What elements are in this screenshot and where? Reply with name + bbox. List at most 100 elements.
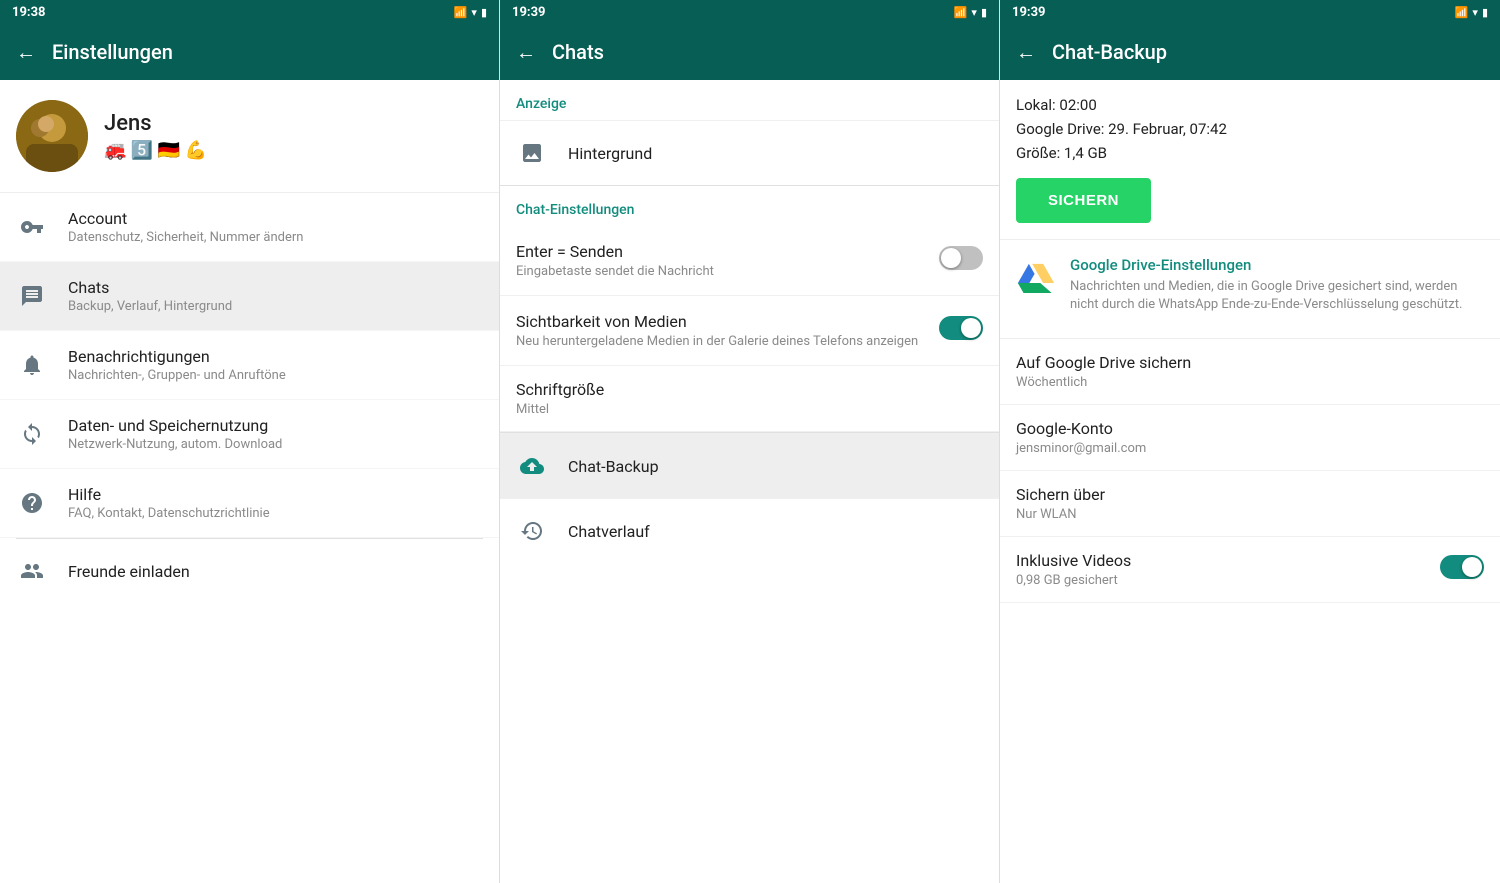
auf-google-drive-label: Auf Google Drive sichern	[1016, 353, 1484, 372]
settings-item-account[interactable]: Account Datenschutz, Sicherheit, Nummer …	[0, 193, 499, 262]
auf-google-drive-row[interactable]: Auf Google Drive sichern Wöchentlich	[1000, 339, 1500, 405]
profile-name: Jens	[104, 111, 207, 136]
settings-panel: 19:38 📶 ▾ ▮ ← Einstellungen	[0, 0, 500, 883]
chat-backup-label: Chat-Backup	[568, 457, 659, 476]
chatverlauf-label: Chatverlauf	[568, 522, 650, 541]
inklusive-videos-toggle[interactable]	[1440, 555, 1484, 579]
sichern-ueber-label: Sichern über	[1016, 485, 1484, 504]
bell-icon	[16, 349, 48, 381]
inklusive-videos-label: Inklusive Videos	[1016, 551, 1432, 570]
google-drive-text: Google Drive-Einstellungen Nachrichten u…	[1070, 256, 1484, 314]
inklusive-videos-knob	[1462, 557, 1482, 577]
status-bar-left: 19:38 📶 ▾ ▮	[0, 0, 499, 24]
status-icons-left: 📶 ▾ ▮	[454, 6, 487, 19]
sichtbarkeit-row: Sichtbarkeit von Medien Neu heruntergela…	[500, 296, 999, 366]
sichtbarkeit-text: Sichtbarkeit von Medien Neu heruntergela…	[516, 312, 923, 349]
chat-svg	[20, 284, 44, 308]
google-drive-svg	[1016, 258, 1056, 298]
invite-label: Freunde einladen	[68, 562, 190, 581]
bell-svg	[20, 353, 44, 377]
inklusive-videos-toggle-container[interactable]	[1440, 551, 1484, 579]
chats-label: Chats	[68, 278, 483, 297]
invite-item[interactable]: Freunde einladen	[0, 539, 499, 603]
backup-lokal: Lokal: 02:00	[1016, 96, 1484, 114]
data-label: Daten- und Speichernutzung	[68, 416, 483, 435]
people-icon	[16, 555, 48, 587]
wifi-icon-mid: ▾	[971, 6, 977, 19]
image-icon	[516, 137, 548, 169]
settings-item-chats[interactable]: Chats Backup, Verlauf, Hintergrund	[0, 262, 499, 331]
signal-icon-mid: 📶	[954, 6, 968, 19]
inklusive-videos-text: Inklusive Videos 0,98 GB gesichert	[1016, 551, 1432, 588]
status-bar-mid: 19:39 📶 ▾ ▮	[500, 0, 999, 24]
hintergrund-item[interactable]: Hintergrund	[500, 120, 999, 185]
chatverlauf-item[interactable]: Chatverlauf	[500, 498, 999, 563]
sichtbarkeit-knob	[961, 318, 981, 338]
google-konto-row[interactable]: Google-Konto jensminor@gmail.com	[1000, 405, 1500, 471]
cloud-upload-icon	[516, 450, 548, 482]
google-drive-header: Google Drive-Einstellungen Nachrichten u…	[1016, 256, 1484, 314]
history-svg	[520, 519, 544, 543]
backup-info-section: Lokal: 02:00 Google Drive: 29. Februar, …	[1000, 80, 1500, 240]
back-button-left[interactable]: ←	[16, 40, 36, 65]
battery-icon-right: ▮	[1482, 6, 1488, 19]
cloud-upload-svg	[520, 454, 544, 478]
chat-backup-item[interactable]: Chat-Backup	[500, 433, 999, 498]
help-icon	[16, 487, 48, 519]
avatar-svg	[16, 100, 88, 172]
sync-svg	[20, 422, 44, 446]
schriftgroesse-value: Mittel	[516, 402, 983, 417]
sichtbarkeit-toggle-container[interactable]	[939, 312, 983, 340]
account-text: Account Datenschutz, Sicherheit, Nummer …	[68, 209, 483, 245]
enter-senden-label: Enter = Senden	[516, 242, 923, 261]
sichern-ueber-row[interactable]: Sichern über Nur WLAN	[1000, 471, 1500, 537]
wifi-icon-right: ▾	[1472, 6, 1478, 19]
schriftgroesse-label: Schriftgröße	[516, 380, 983, 399]
inklusive-videos-row: Inklusive Videos 0,98 GB gesichert	[1000, 537, 1500, 603]
sichern-button[interactable]: SICHERN	[1016, 178, 1151, 223]
notifications-text: Benachrichtigungen Nachrichten-, Gruppen…	[68, 347, 483, 383]
chats-panel: 19:39 📶 ▾ ▮ ← Chats Anzeige Hintergrund …	[500, 0, 1000, 883]
backup-groesse: Größe: 1,4 GB	[1016, 144, 1484, 162]
account-sublabel: Datenschutz, Sicherheit, Nummer ändern	[68, 230, 483, 245]
settings-item-help[interactable]: Hilfe FAQ, Kontakt, Datenschutzrichtlini…	[0, 469, 499, 538]
inklusive-videos-value: 0,98 GB gesichert	[1016, 573, 1432, 588]
key-icon	[16, 211, 48, 243]
avatar-image	[16, 100, 88, 172]
sichtbarkeit-sub: Neu heruntergeladene Medien in der Galer…	[516, 334, 923, 349]
settings-header: ← Einstellungen	[0, 24, 499, 80]
signal-icon: 📶	[454, 6, 468, 19]
status-icons-right: 📶 ▾ ▮	[1455, 6, 1488, 19]
time-right: 19:39	[1012, 5, 1046, 20]
status-bar-right: 19:39 📶 ▾ ▮	[1000, 0, 1500, 24]
profile-emoji: 🚒 5️⃣ 🇩🇪 💪	[104, 140, 207, 161]
auf-google-drive-value: Wöchentlich	[1016, 375, 1484, 390]
key-svg	[20, 215, 44, 239]
time-left: 19:38	[12, 5, 46, 20]
chat-icon	[16, 280, 48, 312]
back-button-mid[interactable]: ←	[516, 40, 536, 65]
wifi-icon: ▾	[471, 6, 477, 19]
settings-item-notifications[interactable]: Benachrichtigungen Nachrichten-, Gruppen…	[0, 331, 499, 400]
enter-senden-sub: Eingabetaste sendet die Nachricht	[516, 264, 923, 279]
battery-icon-mid: ▮	[981, 6, 987, 19]
enter-senden-toggle-container[interactable]	[939, 242, 983, 270]
google-drive-desc: Nachrichten und Medien, die in Google Dr…	[1070, 278, 1484, 314]
schriftgroesse-row[interactable]: Schriftgröße Mittel	[500, 366, 999, 432]
history-icon	[516, 515, 548, 547]
profile-info: Jens 🚒 5️⃣ 🇩🇪 💪	[104, 111, 207, 161]
help-label: Hilfe	[68, 485, 483, 504]
back-button-right[interactable]: ←	[1016, 40, 1036, 65]
chat-backup-content: Lokal: 02:00 Google Drive: 29. Februar, …	[1000, 80, 1500, 883]
sichtbarkeit-toggle[interactable]	[939, 316, 983, 340]
chats-sublabel: Backup, Verlauf, Hintergrund	[68, 299, 483, 314]
settings-item-data[interactable]: Daten- und Speichernutzung Netzwerk-Nutz…	[0, 400, 499, 469]
enter-senden-toggle[interactable]	[939, 246, 983, 270]
profile-section[interactable]: Jens 🚒 5️⃣ 🇩🇪 💪	[0, 80, 499, 193]
avatar	[16, 100, 88, 172]
help-sublabel: FAQ, Kontakt, Datenschutzrichtlinie	[68, 506, 483, 521]
chat-settings-section-header: Chat-Einstellungen	[500, 186, 999, 226]
people-svg	[20, 559, 44, 583]
sync-icon	[16, 418, 48, 450]
backup-google-drive: Google Drive: 29. Februar, 07:42	[1016, 120, 1484, 138]
